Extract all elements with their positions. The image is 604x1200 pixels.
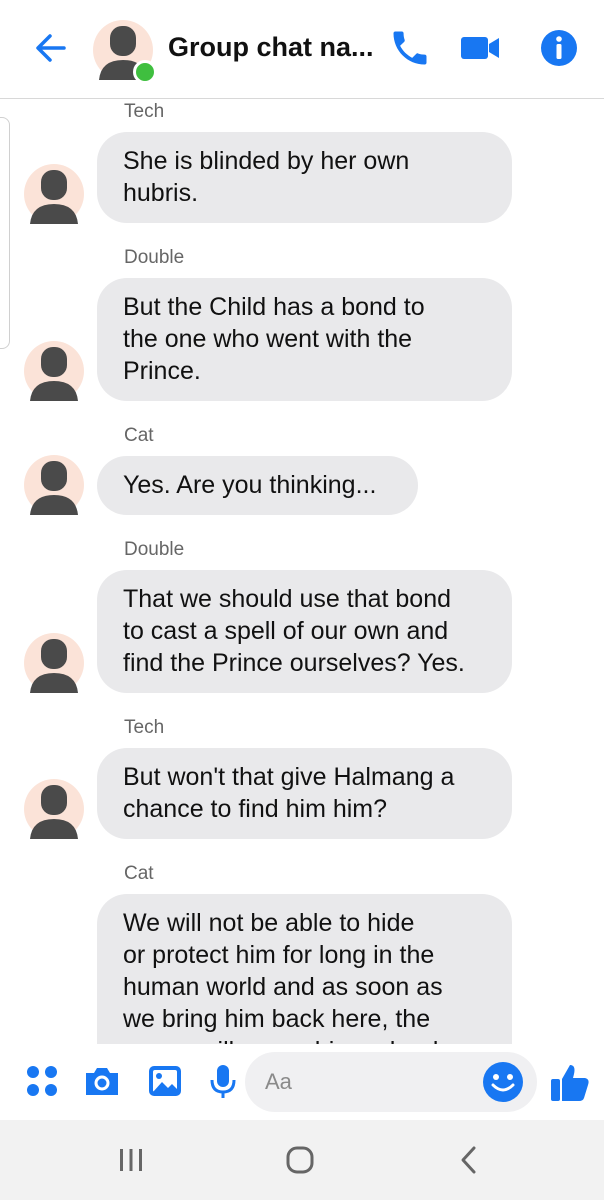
video-call-button[interactable]	[458, 26, 502, 70]
gallery-icon	[149, 1066, 181, 1096]
emoji-icon	[483, 1062, 523, 1102]
microphone-icon	[210, 1065, 236, 1098]
online-status-dot	[133, 60, 157, 84]
sender-name: Cat	[124, 863, 154, 884]
voice-message-button[interactable]	[203, 1061, 243, 1101]
thumbs-up-icon	[551, 1065, 589, 1101]
sender-avatar[interactable]	[24, 341, 84, 401]
message-composer	[0, 1044, 604, 1120]
home-button[interactable]	[280, 1140, 320, 1180]
message-bubble[interactable]: We will not be able to hide or protect h…	[97, 894, 512, 1044]
system-navigation-bar	[0, 1120, 604, 1200]
camera-button[interactable]	[82, 1061, 122, 1101]
message-bubble[interactable]: That we should use that bond to cast a s…	[97, 570, 512, 693]
person-avatar-icon	[24, 164, 84, 224]
recent-apps-icon	[120, 1149, 142, 1171]
sender-name: Tech	[124, 101, 165, 122]
camera-icon	[86, 1068, 118, 1095]
sender-avatar[interactable]	[24, 633, 84, 693]
sender-name: Cat	[124, 425, 154, 446]
sender-avatar[interactable]	[24, 779, 84, 839]
apps-icon	[27, 1066, 57, 1096]
scroll-indicator	[0, 117, 10, 349]
person-avatar-icon	[24, 633, 84, 693]
sender-avatar[interactable]	[24, 164, 84, 224]
emoji-button[interactable]	[481, 1060, 525, 1104]
info-icon	[541, 30, 577, 66]
message-bubble[interactable]: But the Child has a bond to the one who …	[97, 278, 512, 401]
home-icon	[286, 1146, 314, 1174]
voice-call-button[interactable]	[388, 26, 432, 70]
person-avatar-icon	[24, 779, 84, 839]
gallery-button[interactable]	[145, 1061, 185, 1101]
apps-button[interactable]	[22, 1061, 62, 1101]
message-bubble[interactable]: But won't that give Halmang a chance to …	[97, 748, 512, 839]
chat-title[interactable]: Group chat na...	[168, 32, 378, 63]
sender-name: Double	[124, 539, 185, 560]
sender-name: Tech	[124, 717, 165, 738]
sender-name: Double	[124, 247, 185, 268]
back-nav-button[interactable]	[450, 1140, 490, 1180]
info-button[interactable]	[537, 26, 581, 70]
message-list[interactable]: Tech She is blinded by her own hubris. D…	[0, 99, 604, 1044]
back-icon	[461, 1146, 476, 1174]
like-button[interactable]	[548, 1060, 592, 1104]
recent-apps-button[interactable]	[111, 1140, 151, 1180]
sender-avatar[interactable]	[24, 455, 84, 515]
back-button[interactable]	[30, 28, 74, 68]
message-bubble[interactable]: Yes. Are you thinking...	[97, 456, 418, 515]
person-avatar-icon	[24, 455, 84, 515]
message-bubble[interactable]: She is blinded by her own hubris.	[97, 132, 512, 223]
chat-header: Group chat na...	[0, 0, 604, 99]
back-arrow-icon	[36, 34, 66, 62]
person-avatar-icon	[24, 341, 84, 401]
phone-icon	[393, 31, 427, 65]
video-camera-icon	[461, 37, 499, 59]
